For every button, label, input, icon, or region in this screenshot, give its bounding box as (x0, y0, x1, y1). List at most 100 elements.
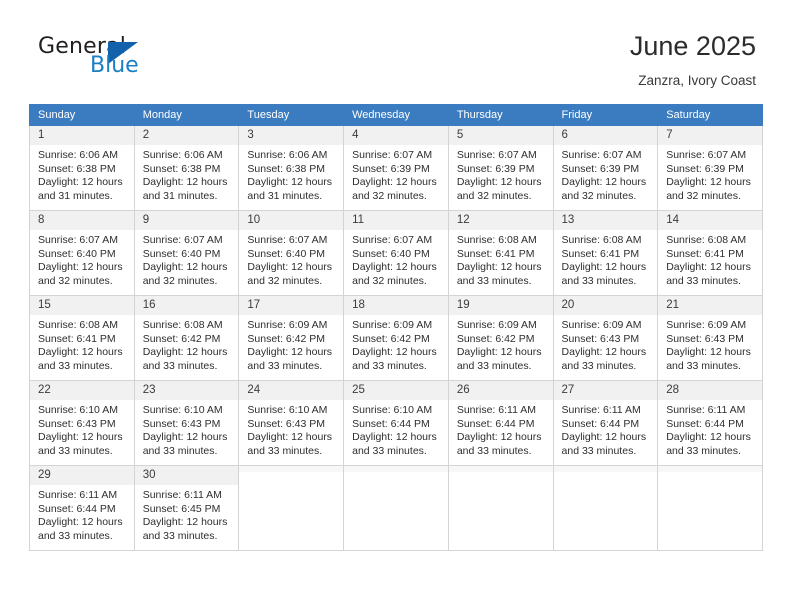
daylight-text-line2: and 33 minutes. (142, 359, 218, 372)
calendar-day-cell[interactable]: 6 Sunrise: 6:07 AM Sunset: 6:39 PM Daylight… (552, 125, 659, 211)
calendar-day-details: Sunrise: 6:09 AM Sunset: 6:42 PM Daylight:… (344, 315, 448, 373)
calendar-day-cell[interactable]: 9 Sunrise: 6:07 AM Sunset: 6:40 PM Daylight… (133, 210, 240, 296)
calendar-day-details: Sunrise: 6:08 AM Sunset: 6:42 PM Daylight:… (135, 315, 239, 373)
sunrise-text: Sunrise: 6:10 AM (142, 404, 223, 416)
calendar-day-details: Sunrise: 6:10 AM Sunset: 6:43 PM Daylight:… (30, 400, 134, 458)
calendar-empty-cell (238, 465, 345, 551)
weekday-header-friday: Friday (552, 104, 659, 126)
calendar-day-cell[interactable]: 28 Sunrise: 6:11 AM Sunset: 6:44 PM Dayligh… (657, 380, 763, 466)
daylight-text-line2: and 31 minutes. (38, 189, 113, 202)
daylight-text-line1: Daylight: 12 hours (247, 261, 333, 273)
weekday-header-saturday: Saturday (657, 104, 763, 126)
sunset-text: Sunset: 6:39 PM (352, 162, 430, 175)
calendar-day-details: Sunrise: 6:07 AM Sunset: 6:39 PM Daylight:… (554, 145, 658, 203)
calendar-day-cell[interactable]: 2 Sunrise: 6:06 AM Sunset: 6:38 PM Daylight… (133, 125, 240, 211)
calendar-day-cell[interactable]: 17 Sunrise: 6:09 AM Sunset: 6:42 PM Dayligh… (238, 295, 345, 381)
calendar-day-cell[interactable]: 29 Sunrise: 6:11 AM Sunset: 6:44 PM Dayligh… (29, 465, 135, 551)
calendar-day-cell[interactable]: 30 Sunrise: 6:11 AM Sunset: 6:45 PM Dayligh… (133, 465, 240, 551)
calendar-day-details: Sunrise: 6:09 AM Sunset: 6:43 PM Daylight:… (554, 315, 658, 373)
sunset-text: Sunset: 6:44 PM (456, 417, 535, 430)
sunset-text: Sunset: 6:41 PM (38, 332, 116, 345)
sunrise-text: Sunrise: 6:08 AM (666, 234, 747, 246)
calendar-day-details: Sunrise: 6:08 AM Sunset: 6:41 PM Daylight:… (449, 230, 553, 288)
calendar-day-details: Sunrise: 6:11 AM Sunset: 6:45 PM Daylight:… (135, 485, 239, 543)
calendar-empty-cell (657, 465, 763, 551)
calendar-day-cell[interactable]: 4 Sunrise: 6:07 AM Sunset: 6:39 PM Daylight… (343, 125, 449, 211)
calendar-day-cell[interactable]: 10 Sunrise: 6:07 AM Sunset: 6:40 PM Dayligh… (238, 210, 345, 296)
weekday-header-wednesday: Wednesday (343, 104, 449, 126)
calendar-day-number: 14 (658, 211, 762, 230)
calendar-day-details: Sunrise: 6:10 AM Sunset: 6:44 PM Daylight:… (344, 400, 448, 458)
calendar-table: Sunday Monday Tuesday Wednesday Thursday… (29, 104, 763, 551)
sunset-text: Sunset: 6:40 PM (247, 247, 326, 260)
sunrise-text: Sunrise: 6:06 AM (142, 149, 223, 161)
sunset-text: Sunset: 6:40 PM (352, 247, 430, 260)
sunset-text: Sunset: 6:42 PM (142, 332, 221, 345)
calendar-day-cell[interactable]: 26 Sunrise: 6:11 AM Sunset: 6:44 PM Dayligh… (447, 380, 554, 466)
daylight-text-line1: Daylight: 12 hours (561, 176, 647, 188)
calendar-day-number: 6 (553, 126, 658, 145)
calendar-day-cell[interactable]: 7 Sunrise: 6:07 AM Sunset: 6:39 PM Daylight… (657, 125, 763, 211)
calendar-day-cell[interactable]: 8 Sunrise: 6:07 AM Sunset: 6:40 PM Daylight… (29, 210, 135, 296)
calendar-day-cell[interactable]: 1 Sunrise: 6:06 AM Sunset: 6:38 PM Daylight… (29, 125, 135, 211)
daylight-text-line1: Daylight: 12 hours (142, 431, 228, 443)
daylight-text-line1: Daylight: 12 hours (352, 346, 437, 358)
calendar-day-number (239, 466, 344, 472)
calendar-day-cell[interactable]: 3 Sunrise: 6:06 AM Sunset: 6:38 PM Daylight… (238, 125, 345, 211)
calendar-day-details: Sunrise: 6:07 AM Sunset: 6:40 PM Daylight:… (239, 230, 343, 288)
calendar-day-cell[interactable]: 15 Sunrise: 6:08 AM Sunset: 6:41 PM Dayligh… (29, 295, 135, 381)
brand-logo[interactable]: General Blue (38, 34, 218, 82)
calendar-day-cell[interactable]: 21 Sunrise: 6:09 AM Sunset: 6:43 PM Dayligh… (657, 295, 763, 381)
sunrise-text: Sunrise: 6:09 AM (666, 319, 747, 331)
calendar-day-details: Sunrise: 6:08 AM Sunset: 6:41 PM Daylight:… (30, 315, 134, 373)
calendar-day-cell[interactable]: 12 Sunrise: 6:08 AM Sunset: 6:41 PM Dayligh… (447, 210, 554, 296)
calendar-day-details: Sunrise: 6:09 AM Sunset: 6:42 PM Daylight:… (239, 315, 343, 373)
calendar-page: General Blue June 2025 Zanzra, Ivory Coa… (0, 0, 792, 612)
daylight-text-line2: and 32 minutes. (666, 189, 741, 202)
calendar-day-number: 7 (658, 126, 762, 145)
calendar-day-cell[interactable]: 5 Sunrise: 6:07 AM Sunset: 6:39 PM Daylight… (447, 125, 554, 211)
daylight-text-line2: and 33 minutes. (142, 444, 218, 457)
calendar-day-cell[interactable]: 27 Sunrise: 6:11 AM Sunset: 6:44 PM Dayligh… (552, 380, 659, 466)
calendar-day-cell[interactable]: 23 Sunrise: 6:10 AM Sunset: 6:43 PM Dayligh… (133, 380, 240, 466)
calendar-day-cell[interactable]: 22 Sunrise: 6:10 AM Sunset: 6:43 PM Dayligh… (29, 380, 135, 466)
sunrise-text: Sunrise: 6:11 AM (456, 404, 536, 416)
calendar-day-details: Sunrise: 6:06 AM Sunset: 6:38 PM Daylight:… (135, 145, 239, 203)
calendar-day-cell[interactable]: 14 Sunrise: 6:08 AM Sunset: 6:41 PM Dayligh… (657, 210, 763, 296)
calendar-day-number: 29 (30, 466, 134, 485)
daylight-text-line2: and 32 minutes. (352, 189, 427, 202)
calendar-day-details: Sunrise: 6:07 AM Sunset: 6:40 PM Daylight:… (30, 230, 134, 288)
sunset-text: Sunset: 6:43 PM (142, 417, 221, 430)
sunrise-text: Sunrise: 6:07 AM (561, 149, 642, 161)
sunrise-text: Sunrise: 6:07 AM (142, 234, 223, 246)
calendar-day-details: Sunrise: 6:11 AM Sunset: 6:44 PM Daylight:… (449, 400, 553, 458)
calendar-day-number (658, 466, 762, 472)
calendar-day-cell[interactable]: 20 Sunrise: 6:09 AM Sunset: 6:43 PM Dayligh… (552, 295, 659, 381)
calendar-day-cell[interactable]: 24 Sunrise: 6:10 AM Sunset: 6:43 PM Dayligh… (238, 380, 345, 466)
sunset-text: Sunset: 6:45 PM (142, 502, 221, 515)
calendar-day-cell[interactable]: 19 Sunrise: 6:09 AM Sunset: 6:42 PM Dayligh… (447, 295, 554, 381)
daylight-text-line1: Daylight: 12 hours (38, 516, 123, 528)
daylight-text-line1: Daylight: 12 hours (247, 431, 333, 443)
daylight-text-line1: Daylight: 12 hours (561, 431, 647, 443)
calendar-day-cell[interactable]: 11 Sunrise: 6:07 AM Sunset: 6:40 PM Dayligh… (343, 210, 449, 296)
calendar-day-cell[interactable]: 25 Sunrise: 6:10 AM Sunset: 6:44 PM Dayligh… (343, 380, 449, 466)
sunset-text: Sunset: 6:44 PM (38, 502, 116, 515)
sunrise-text: Sunrise: 6:10 AM (38, 404, 118, 416)
calendar-day-cell[interactable]: 16 Sunrise: 6:08 AM Sunset: 6:42 PM Dayligh… (133, 295, 240, 381)
calendar-day-number: 26 (448, 381, 553, 400)
calendar-week-row: 15 Sunrise: 6:08 AM Sunset: 6:41 PM Dayligh… (29, 295, 763, 381)
sunset-text: Sunset: 6:38 PM (142, 162, 221, 175)
sunrise-text: Sunrise: 6:06 AM (247, 149, 328, 161)
calendar-day-cell[interactable]: 13 Sunrise: 6:08 AM Sunset: 6:41 PM Dayligh… (552, 210, 659, 296)
calendar-day-number: 24 (239, 381, 344, 400)
sunset-text: Sunset: 6:43 PM (666, 332, 744, 345)
sunrise-text: Sunrise: 6:11 AM (38, 489, 118, 501)
daylight-text-line2: and 31 minutes. (247, 189, 323, 202)
calendar-day-number: 8 (30, 211, 134, 230)
calendar-day-cell[interactable]: 18 Sunrise: 6:09 AM Sunset: 6:42 PM Dayligh… (343, 295, 449, 381)
calendar-week-row: 29 Sunrise: 6:11 AM Sunset: 6:44 PM Dayligh… (29, 465, 763, 551)
calendar-day-details: Sunrise: 6:07 AM Sunset: 6:39 PM Daylight:… (449, 145, 553, 203)
calendar-body: 1 Sunrise: 6:06 AM Sunset: 6:38 PM Daylight… (29, 125, 763, 551)
calendar-day-number: 23 (134, 381, 239, 400)
